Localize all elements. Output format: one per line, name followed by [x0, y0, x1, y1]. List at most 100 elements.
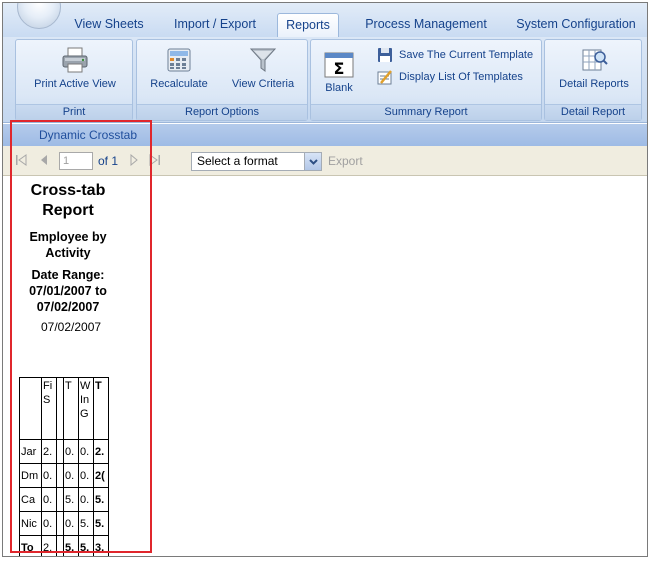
table-row: Jar 2. 0. 0. 2. [19, 439, 109, 464]
detail-report-group-label: Detail Report [545, 104, 641, 120]
report-date-range: Date Range: 07/01/2007 to 07/02/2007 [13, 267, 123, 315]
export-format-value: Select a format [197, 154, 278, 168]
blank-button[interactable]: Σ Blank [317, 52, 361, 94]
table-cell [56, 487, 64, 512]
table-row: Nic 0. 0. 5. 5. [19, 511, 109, 536]
summary-report-group: Σ Blank Save The Current Template Displa… [310, 39, 542, 121]
recalculate-label: Recalculate [150, 78, 208, 90]
report-subtitle-line1: Employee by [29, 230, 107, 244]
first-page-icon[interactable] [15, 154, 27, 166]
sigma-icon: Σ [324, 52, 354, 78]
filter-funnel-icon [249, 48, 277, 72]
chevron-down-icon [309, 159, 318, 165]
tab-system-configuration[interactable]: System Configuration [507, 13, 645, 37]
ribbon-tabstrip: View Sheets Import / Export Reports Proc… [3, 3, 647, 37]
table-row-total: To 2. 5. 5. 3. [19, 535, 109, 556]
table-cell: 0. [78, 463, 94, 488]
print-group-label: Print [16, 104, 132, 120]
svg-text:Σ: Σ [334, 59, 345, 78]
table-cell: 0. [78, 439, 94, 464]
detail-reports-button[interactable]: Detail Reports [551, 46, 637, 90]
page-number-input[interactable] [59, 152, 93, 170]
table-cell: 0. [63, 511, 79, 536]
table-cell: 0. [41, 463, 57, 488]
row-total-cell: 2( [93, 463, 109, 488]
print-active-view-button[interactable]: Print Active View [22, 46, 128, 90]
template-list-icon [377, 70, 392, 85]
ribbon: Print Active View Print Recalculate View… [3, 37, 647, 123]
tab-process-management[interactable]: Process Management [353, 13, 499, 37]
header-cell: Fi S [41, 377, 57, 440]
table-cell: 0. [78, 487, 94, 512]
table-cell [56, 439, 64, 464]
export-format-select[interactable]: Select a format [191, 152, 322, 171]
next-page-icon[interactable] [129, 154, 139, 166]
row-label: To [19, 535, 42, 556]
crosstab-header-row: Fi S T W In G T [19, 377, 109, 440]
header-cell: W In G [78, 377, 94, 440]
printer-icon [62, 47, 88, 73]
blank-label: Blank [325, 82, 353, 94]
report-subtitle: Employee by Activity [13, 229, 123, 261]
tab-import-export[interactable]: Import / Export [163, 13, 267, 37]
crosstab-table: Fi S T W In G T Jar 2. 0. 0. 2. Dm 0. 0.… [19, 377, 109, 556]
recalculate-button[interactable]: Recalculate [145, 46, 213, 90]
last-page-icon[interactable] [149, 154, 161, 166]
print-active-view-label: Print Active View [34, 78, 116, 90]
row-total-cell: 5. [93, 487, 109, 512]
summary-report-group-label: Summary Report [311, 104, 541, 120]
row-total-cell: 5. [93, 511, 109, 536]
previous-page-icon[interactable] [39, 154, 49, 166]
report-run-date: 07/02/2007 [41, 320, 102, 334]
report-viewer-toolbar: of 1 Select a format Export [3, 146, 647, 176]
calculator-icon [167, 48, 191, 72]
tab-view-sheets[interactable]: View Sheets [65, 13, 153, 37]
report-title: Cross-tab Report [13, 181, 123, 221]
select-dropdown-arrow[interactable] [304, 153, 321, 170]
date-range-line1: Date Range: [31, 268, 105, 282]
header-cell: T [63, 377, 79, 440]
table-cell: 2. [41, 439, 57, 464]
header-cell [19, 377, 42, 440]
row-label: Dm [19, 463, 42, 488]
row-label: Jar [19, 439, 42, 464]
date-range-line3: 07/02/2007 [36, 300, 100, 314]
save-current-template-button[interactable]: Save The Current Template [377, 46, 533, 64]
view-criteria-button[interactable]: View Criteria [223, 46, 303, 90]
document-title-bar: Dynamic Crosstab [3, 124, 647, 146]
table-cell: 2. [41, 535, 57, 556]
table-row: Ca 0. 5. 0. 5. [19, 487, 109, 512]
row-label: Ca [19, 487, 42, 512]
table-cell: 5. [63, 487, 79, 512]
table-cell: 5. [78, 511, 94, 536]
table-cell [56, 511, 64, 536]
table-cell: 0. [41, 511, 57, 536]
header-cell [56, 377, 64, 440]
report-title-line1: Cross-tab [30, 182, 106, 199]
export-link[interactable]: Export [328, 154, 363, 168]
table-cell: 5. [78, 535, 94, 556]
table-cell [56, 535, 64, 556]
row-label: Nic [19, 511, 42, 536]
detail-report-magnifier-icon [582, 49, 608, 71]
table-cell: 0. [63, 463, 79, 488]
tab-reports[interactable]: Reports [277, 13, 339, 37]
print-group: Print Active View Print [15, 39, 133, 121]
app-window: View Sheets Import / Export Reports Proc… [2, 2, 648, 557]
header-cell: T [93, 377, 109, 440]
row-total-cell: 2. [93, 439, 109, 464]
display-list-of-templates-label: Display List Of Templates [399, 71, 523, 83]
save-current-template-label: Save The Current Template [399, 49, 534, 61]
report-title-line2: Report [42, 202, 94, 219]
table-cell: 5. [63, 535, 79, 556]
application-orb-button[interactable] [17, 3, 61, 29]
detail-report-group: Detail Reports Detail Report [544, 39, 642, 121]
date-range-line2: 07/01/2007 to [29, 284, 107, 298]
display-list-of-templates-button[interactable]: Display List Of Templates [377, 68, 523, 86]
view-criteria-label: View Criteria [231, 78, 295, 90]
floppy-disk-icon [378, 48, 392, 63]
document-title: Dynamic Crosstab [39, 128, 138, 142]
table-cell: 0. [41, 487, 57, 512]
report-subtitle-line2: Activity [45, 246, 91, 260]
report-options-group: Recalculate View Criteria Report Options [136, 39, 308, 121]
